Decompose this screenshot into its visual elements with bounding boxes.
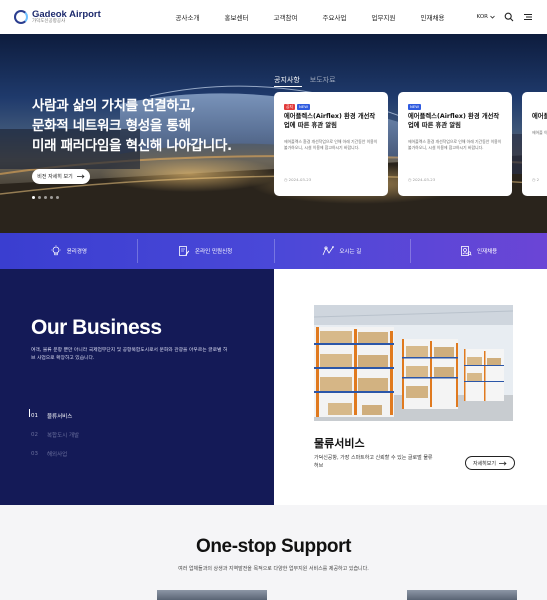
business-active-title: 물류서비스: [314, 437, 365, 450]
tab-notice[interactable]: 공지사항: [274, 75, 300, 85]
quick-link-label: 윤리경영: [66, 249, 87, 255]
quick-link-label: 인재채용: [477, 249, 498, 255]
support-image: [407, 590, 517, 600]
business-item-number: 03: [31, 450, 38, 457]
hero-title-line: 미래 패러다임을 혁신해 나아갑니다.: [32, 138, 232, 154]
hero-section: 사람과 삶의 가치를 연결하고, 문화적 네트워크 형성을 통해 미래 패러다임…: [0, 34, 547, 233]
notice-card[interactable]: NEW 에어플렉스(Airflex) 환경 개선작업에 따른 휴관 알림 에어플…: [398, 92, 512, 196]
business-more-button[interactable]: 자세히보기: [465, 456, 515, 470]
search-icon[interactable]: [504, 12, 514, 22]
business-item-complex-city[interactable]: 02 복합도시 개발: [31, 425, 79, 444]
logo-subtitle: 가덕도신공항공사: [32, 19, 66, 24]
site-header: Gadeok Airport 가덕도신공항공사 공사소개 홍보센터 고객참여 주…: [0, 0, 547, 34]
slider-dot[interactable]: [38, 196, 41, 199]
support-title: One-stop Support: [195, 536, 352, 557]
language-label: KOR: [476, 14, 488, 20]
language-select[interactable]: KOR: [477, 14, 495, 20]
nav-item-pr[interactable]: 홍보센터: [212, 12, 261, 22]
notice-card-body: 에어플 이용이 바랍니: [532, 130, 547, 135]
tab-press[interactable]: 보도자료: [310, 75, 336, 85]
notice-card-title: 에어플렉스(Airflex) 환경 개선작업에 따른 휴관 알림: [408, 113, 500, 129]
warehouse-image: [314, 305, 513, 421]
badge-new: NEW: [297, 104, 310, 110]
nav-item-customer[interactable]: 고객참여: [261, 12, 310, 22]
chevron-down-icon: [490, 15, 495, 19]
slider-dot[interactable]: [56, 196, 59, 199]
hero-title-line: 문화적 네트워크 형성을 통해: [32, 118, 191, 134]
arrow-right-icon: [76, 174, 85, 179]
notice-card-title: 에어플: [532, 113, 547, 120]
logo-name: Gadeok Airport: [32, 8, 101, 20]
quick-link-label: 온라인 민원신청: [195, 249, 233, 255]
slider-pagination: [32, 196, 59, 199]
person-search-icon: [461, 246, 472, 256]
business-title: Our Business: [31, 316, 162, 339]
business-description: 여객, 물류 운항 뿐만 아니라 국제업무단지 및 공항복합도시로서 문화와 관…: [31, 348, 228, 361]
slider-dot[interactable]: [44, 196, 47, 199]
business-item-overseas[interactable]: 03 해외사업: [31, 444, 79, 463]
business-item-number: 01: [31, 412, 38, 419]
business-item-number: 02: [31, 431, 38, 438]
nav-item-recruit[interactable]: 인재채용: [408, 12, 457, 22]
quick-link-ethics[interactable]: 윤리경영: [0, 233, 137, 269]
notice-card-date: ◷ 2024-03-23: [408, 177, 436, 182]
notice-card[interactable]: 공지 NEW 에어플렉스(Airflex) 환경 개선작업에 따른 휴관 알림 …: [274, 92, 388, 196]
logo-mark-icon: [14, 10, 28, 24]
slider-dot[interactable]: [50, 196, 53, 199]
notice-card-date: ◷ 2: [532, 177, 540, 182]
vision-more-button[interactable]: 비전 자세히 보기: [32, 169, 90, 184]
warehouse-illustration: [314, 305, 513, 421]
business-item-label: 복합도시 개발: [47, 432, 80, 439]
quick-links-bar: 윤리경영 온라인 민원신청 오시는 길 인재채용: [0, 233, 547, 269]
hero-title: 사람과 삶의 가치를 연결하고, 문화적 네트워크 형성을 통해 미래 패러다임…: [32, 96, 252, 156]
notice-card-title: 에어플렉스(Airflex) 환경 개선작업에 따른 휴관 알림: [284, 113, 376, 129]
business-active-description: 가덕신공항, 가장 스마트하고 신뢰할 수 있는 글로벌 물류 허브: [314, 455, 433, 469]
nav-item-support[interactable]: 업무지원: [359, 12, 408, 22]
quick-link-label: 오시는 길: [339, 249, 362, 255]
business-list: 01 물류서비스 02 복합도시 개발 03 해외사업: [31, 406, 79, 463]
business-item-logistics[interactable]: 01 물류서비스: [31, 406, 79, 425]
main-nav: 공사소개 홍보센터 고객참여 주요사업 업무지원 인재채용: [163, 0, 457, 34]
site-logo[interactable]: Gadeok Airport 가덕도신공항공사: [14, 8, 101, 25]
business-active-indicator: [29, 409, 30, 417]
lightbulb-icon: [50, 245, 61, 256]
notice-card-body: 에어플렉스 환경 개선작업으로 인해 아래 기간동안 이용이 불가하오니, 시설…: [284, 139, 378, 150]
hero-title-line: 사람과 삶의 가치를 연결하고,: [32, 98, 196, 114]
document-edit-icon: [179, 246, 190, 256]
business-more-label: 자세히보기: [472, 460, 496, 467]
nav-item-business[interactable]: 주요사업: [310, 12, 359, 22]
menu-icon[interactable]: [523, 12, 533, 22]
notice-card-body: 에어플렉스 환경 개선작업으로 인해 아래 기간동안 이용이 불가하오니, 시설…: [408, 139, 502, 150]
badge-new: NEW: [408, 104, 421, 110]
notice-card-partial[interactable]: 에어플 에어플 이용이 바랍니 ◷ 2: [522, 92, 547, 196]
support-image: [157, 590, 267, 600]
quick-link-recruit[interactable]: 인재채용: [410, 233, 547, 269]
support-description: 여러 업체들과의 상생과 지역발전을 목적으로 다양한 업무지원 서비스를 제공…: [178, 566, 369, 572]
quick-link-directions[interactable]: 오시는 길: [273, 233, 411, 269]
business-item-label: 해외사업: [47, 451, 68, 458]
map-route-icon: [323, 246, 335, 256]
notice-tabs: 공지사항 보도자료: [274, 75, 336, 85]
business-panel: [0, 269, 274, 505]
arrow-right-icon: [499, 461, 507, 465]
nav-item-about[interactable]: 공사소개: [163, 12, 212, 22]
badge-notice: 공지: [284, 104, 295, 110]
notice-card-date: ◷ 2024-03-23: [284, 177, 312, 182]
slider-dot[interactable]: [32, 196, 35, 199]
vision-more-label: 비전 자세히 보기: [37, 174, 73, 180]
quick-link-civil-petition[interactable]: 온라인 민원신청: [136, 233, 274, 269]
page: Gadeok Airport 가덕도신공항공사 공사소개 홍보센터 고객참여 주…: [0, 0, 547, 600]
business-item-label: 물류서비스: [47, 413, 73, 420]
tab-active-indicator: [274, 86, 302, 87]
